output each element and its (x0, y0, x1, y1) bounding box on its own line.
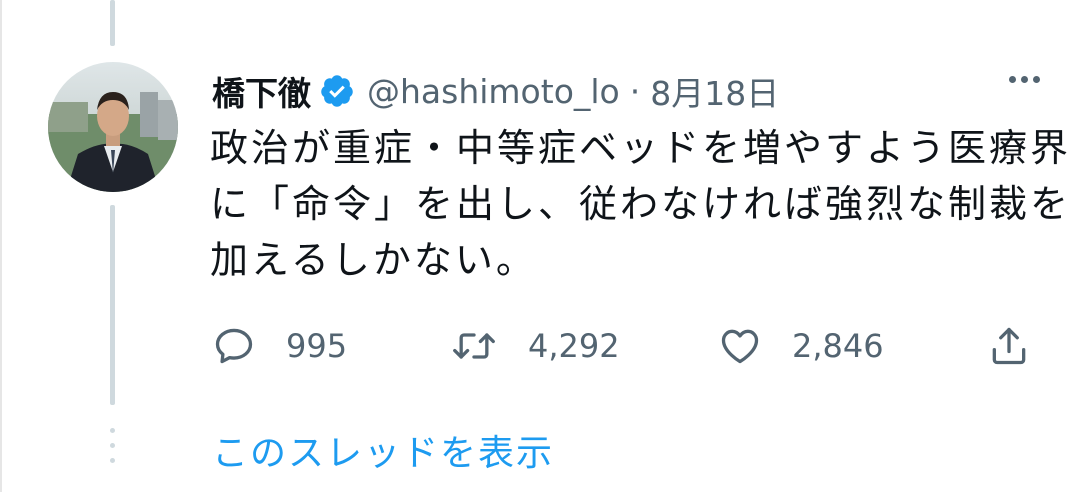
heart-icon (721, 329, 759, 364)
show-thread-link[interactable]: このスレッドを表示 (212, 424, 554, 476)
retweet-button[interactable]: 4,292 (450, 318, 620, 374)
tweet-header: 橋下徹 @hashimoto_lo · 8月18日 (212, 66, 1040, 116)
tweet-body: 政治が重症・中等症ベッドを増やすよう医療界 に「命令」を出し、従わなければ強烈な… (210, 120, 1072, 288)
like-count: 2,846 (792, 327, 884, 365)
separator-dot: · (629, 71, 641, 111)
user-handle[interactable]: @hashimoto_lo (367, 72, 620, 111)
like-button[interactable]: 2,846 (718, 318, 884, 374)
window-border (0, 0, 2, 492)
share-button[interactable] (987, 318, 1031, 374)
tweet-date[interactable]: 8月18日 (650, 67, 779, 115)
tweet-actions: 995 4,292 2,846 (212, 318, 1042, 374)
tweet-text-line: に「命令」を出し、従わなければ強烈な制裁を (210, 182, 1072, 226)
avatar[interactable] (48, 62, 178, 192)
avatar-photo (48, 62, 178, 192)
retweet-count: 4,292 (528, 327, 620, 365)
reply-icon (215, 328, 253, 364)
thread-line-bottom (110, 205, 115, 405)
reply-count: 995 (286, 327, 348, 365)
reply-button[interactable]: 995 (212, 318, 347, 374)
thread-continuation-dots (110, 428, 115, 473)
display-name[interactable]: 橋下徹 (212, 67, 311, 115)
more-horizontal-icon[interactable] (1009, 76, 1040, 83)
share-icon (992, 327, 1026, 365)
tweet-text-line: 政治が重症・中等症ベッドを増やすよう医療界 (210, 126, 1072, 170)
tweet-text-line: 加えるしかない。 (210, 238, 537, 282)
thread-line-top (110, 0, 115, 46)
verified-badge-icon (319, 73, 355, 109)
retweet-icon (453, 333, 495, 359)
